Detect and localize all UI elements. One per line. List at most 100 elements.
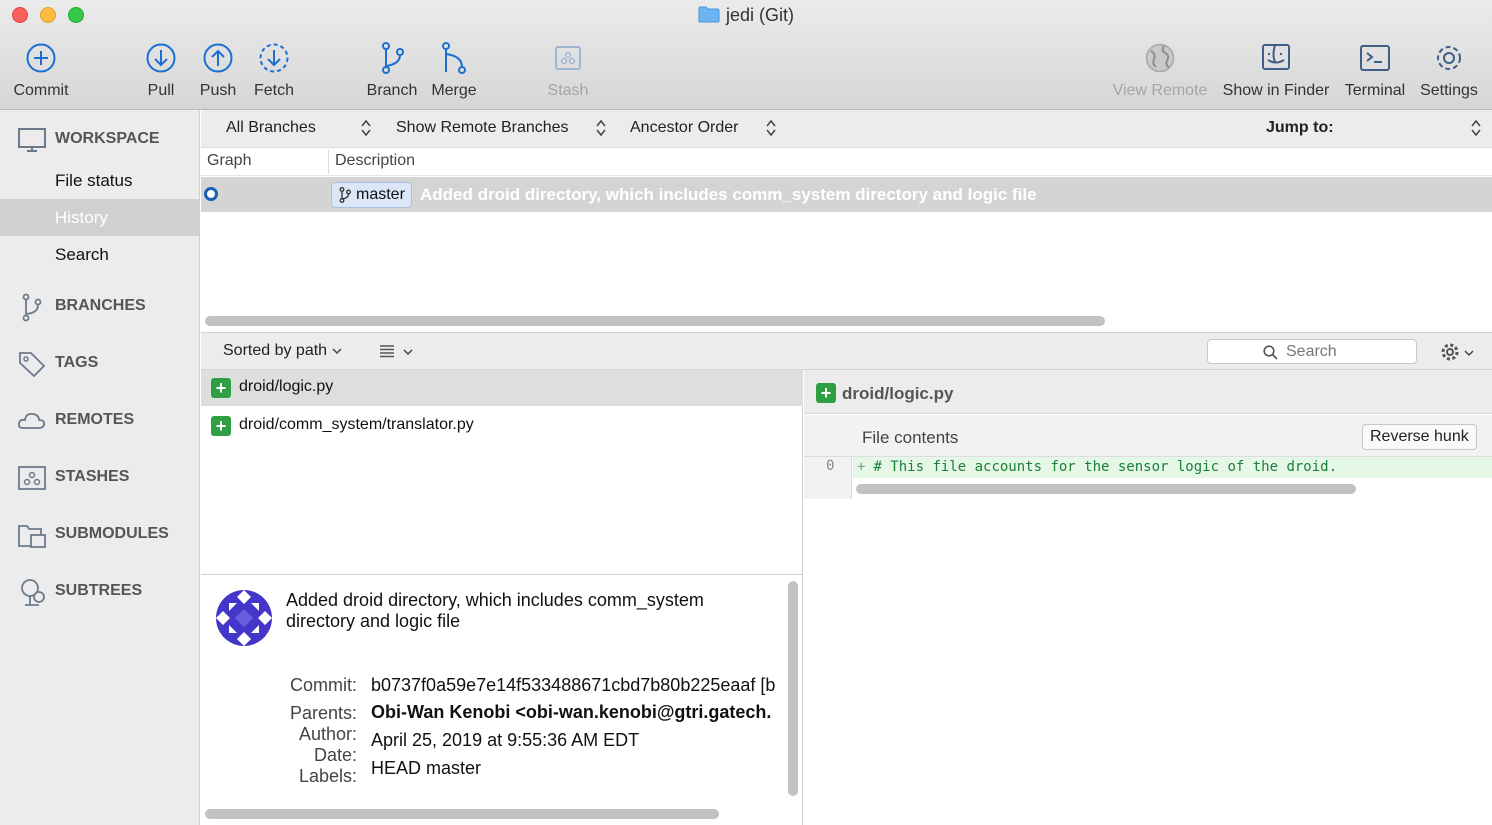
sidebar-item-file-status[interactable]: File status bbox=[0, 162, 200, 199]
sidebar-item-history[interactable]: History bbox=[0, 199, 200, 236]
cloud-icon bbox=[17, 412, 46, 429]
show-in-finder-label: Show in Finder bbox=[1222, 82, 1330, 99]
file-row[interactable]: + droid/comm_system/translator.py bbox=[201, 408, 803, 444]
added-line-marker: + bbox=[857, 459, 866, 475]
view-remote-button[interactable]: View Remote bbox=[1110, 40, 1210, 100]
labels-field-label: Labels: bbox=[298, 766, 357, 786]
terminal-button[interactable]: Terminal bbox=[1341, 40, 1409, 100]
jump-to-select[interactable]: Jump to: bbox=[1266, 119, 1334, 137]
file-search-input[interactable]: Search bbox=[1207, 339, 1417, 364]
column-divider[interactable] bbox=[328, 150, 329, 174]
commit-hash[interactable]: b0737f0a59e7e14f533488671cbd7b80b225eaaf… bbox=[371, 675, 783, 702]
diff-line-text: # This file accounts for the sensor logi… bbox=[873, 459, 1338, 475]
changed-files-list: + droid/logic.py + droid/comm_system/tra… bbox=[201, 370, 803, 574]
sidebar-section-remotes[interactable]: REMOTES bbox=[0, 400, 200, 440]
sort-select[interactable]: Sorted by path bbox=[223, 342, 342, 360]
sidebar-section-branches[interactable]: BRANCHES bbox=[0, 286, 200, 326]
diff-added-line[interactable]: + # This file accounts for the sensor log… bbox=[853, 457, 1492, 478]
details-horizontal-scrollbar[interactable] bbox=[205, 809, 719, 819]
sort-label: Sorted by path bbox=[223, 342, 328, 359]
diff-horizontal-scrollbar[interactable] bbox=[856, 484, 1356, 494]
updown-chevron-icon bbox=[1471, 119, 1481, 137]
settings-button[interactable]: Settings bbox=[1416, 40, 1482, 100]
commit-detail-values: b0737f0a59e7e14f533488671cbd7b80b225eaaf… bbox=[371, 675, 783, 779]
chevron-down-icon bbox=[403, 349, 413, 356]
tag-icon bbox=[19, 352, 46, 378]
commit-field-label: Commit: bbox=[290, 675, 357, 695]
hunk-title: File contents bbox=[862, 428, 959, 447]
details-vertical-scrollbar[interactable] bbox=[788, 581, 798, 796]
sidebar-section-subtrees[interactable]: SUBTREES bbox=[0, 571, 200, 611]
commit-list-header: Graph Description bbox=[201, 148, 1492, 176]
branch-icon bbox=[339, 187, 351, 203]
author-field-label: Author: bbox=[298, 724, 357, 744]
commit-list-scrollbar[interactable] bbox=[205, 316, 1105, 326]
description-column-header[interactable]: Description bbox=[335, 152, 415, 170]
order-select[interactable]: Ancestor Order bbox=[630, 119, 738, 137]
tree-icon bbox=[21, 579, 45, 606]
arrow-up-circle-icon bbox=[203, 43, 233, 73]
line-number: 0 bbox=[826, 458, 835, 474]
commit-button[interactable]: Commit bbox=[8, 40, 74, 100]
show-in-finder-button[interactable]: Show in Finder bbox=[1219, 40, 1333, 100]
push-label: Push bbox=[199, 82, 237, 99]
finder-icon bbox=[1262, 44, 1290, 70]
submodules-label: SUBMODULES bbox=[55, 525, 169, 542]
view-remote-label: View Remote bbox=[1112, 82, 1208, 99]
merge-button[interactable]: Merge bbox=[428, 40, 480, 100]
updown-chevron-icon bbox=[766, 119, 776, 137]
graph-column-header[interactable]: Graph bbox=[207, 152, 251, 170]
avatar bbox=[216, 590, 272, 646]
date-field-label: Date: bbox=[313, 745, 357, 765]
hunk-header: File contents Reverse hunk bbox=[804, 415, 1492, 457]
diff-file-name: droid/logic.py bbox=[842, 384, 954, 403]
list-icon bbox=[380, 345, 394, 358]
view-mode-select[interactable] bbox=[379, 343, 413, 364]
subtrees-label: SUBTREES bbox=[55, 582, 143, 599]
file-row[interactable]: + droid/logic.py bbox=[201, 370, 803, 406]
reverse-hunk-button[interactable]: Reverse hunk bbox=[1362, 424, 1477, 450]
branch-button[interactable]: Branch bbox=[364, 40, 420, 100]
stash-box-icon bbox=[555, 46, 581, 70]
sidebar-section-workspace[interactable]: WORKSPACE bbox=[0, 119, 200, 159]
updown-chevron-icon bbox=[596, 119, 606, 137]
pull-label: Pull bbox=[147, 82, 175, 99]
stash-label: Stash bbox=[547, 82, 589, 99]
chevron-down-icon bbox=[332, 348, 342, 355]
window-title: jedi (Git) bbox=[0, 5, 1492, 26]
window-title-text: jedi (Git) bbox=[725, 5, 794, 25]
remote-branches-select[interactable]: Show Remote Branches bbox=[396, 119, 569, 137]
pull-button[interactable]: Pull bbox=[140, 40, 182, 100]
stash-box-icon bbox=[18, 466, 46, 490]
branch-icon bbox=[22, 293, 42, 322]
push-button[interactable]: Push bbox=[196, 40, 240, 100]
globe-icon bbox=[1145, 43, 1175, 73]
sidebar-section-stashes[interactable]: STASHES bbox=[0, 457, 200, 497]
workspace-label: WORKSPACE bbox=[55, 130, 160, 147]
window-toolbar: jedi (Git) Commit Pull Push Fetch Branch… bbox=[0, 0, 1492, 110]
file-added-icon: + bbox=[211, 378, 231, 398]
file-options-menu[interactable] bbox=[1440, 342, 1474, 367]
sidebar-item-search[interactable]: Search bbox=[0, 236, 200, 273]
branch-icon bbox=[382, 42, 404, 74]
branches-filter-select[interactable]: All Branches bbox=[226, 119, 316, 137]
file-path: droid/logic.py bbox=[239, 378, 334, 395]
sidebar-section-submodules[interactable]: SUBMODULES bbox=[0, 514, 200, 554]
commit-message: Added droid directory, which includes co… bbox=[420, 185, 1037, 204]
fetch-button[interactable]: Fetch bbox=[250, 40, 298, 100]
updown-chevron-icon bbox=[361, 119, 371, 137]
fetch-dashed-circle-icon bbox=[259, 43, 289, 73]
gear-icon bbox=[1437, 46, 1461, 70]
fetch-label: Fetch bbox=[253, 82, 294, 99]
commit-author: Obi-Wan Kenobi <obi-wan.kenobi@gtri.gate… bbox=[371, 702, 772, 722]
plus-circle-icon bbox=[26, 43, 56, 73]
branch-name: master bbox=[356, 186, 405, 203]
branch-label-master[interactable]: master bbox=[331, 182, 412, 208]
stash-button[interactable]: Stash bbox=[543, 40, 593, 100]
commit-row[interactable]: master Added droid directory, which incl… bbox=[201, 177, 1492, 212]
chevron-down-icon bbox=[1464, 350, 1474, 357]
sidebar-section-tags[interactable]: TAGS bbox=[0, 343, 200, 383]
remotes-label: REMOTES bbox=[55, 411, 135, 428]
commit-date: April 25, 2019 at 9:55:36 AM EDT bbox=[371, 730, 640, 750]
commit-label: Commit bbox=[13, 82, 69, 99]
